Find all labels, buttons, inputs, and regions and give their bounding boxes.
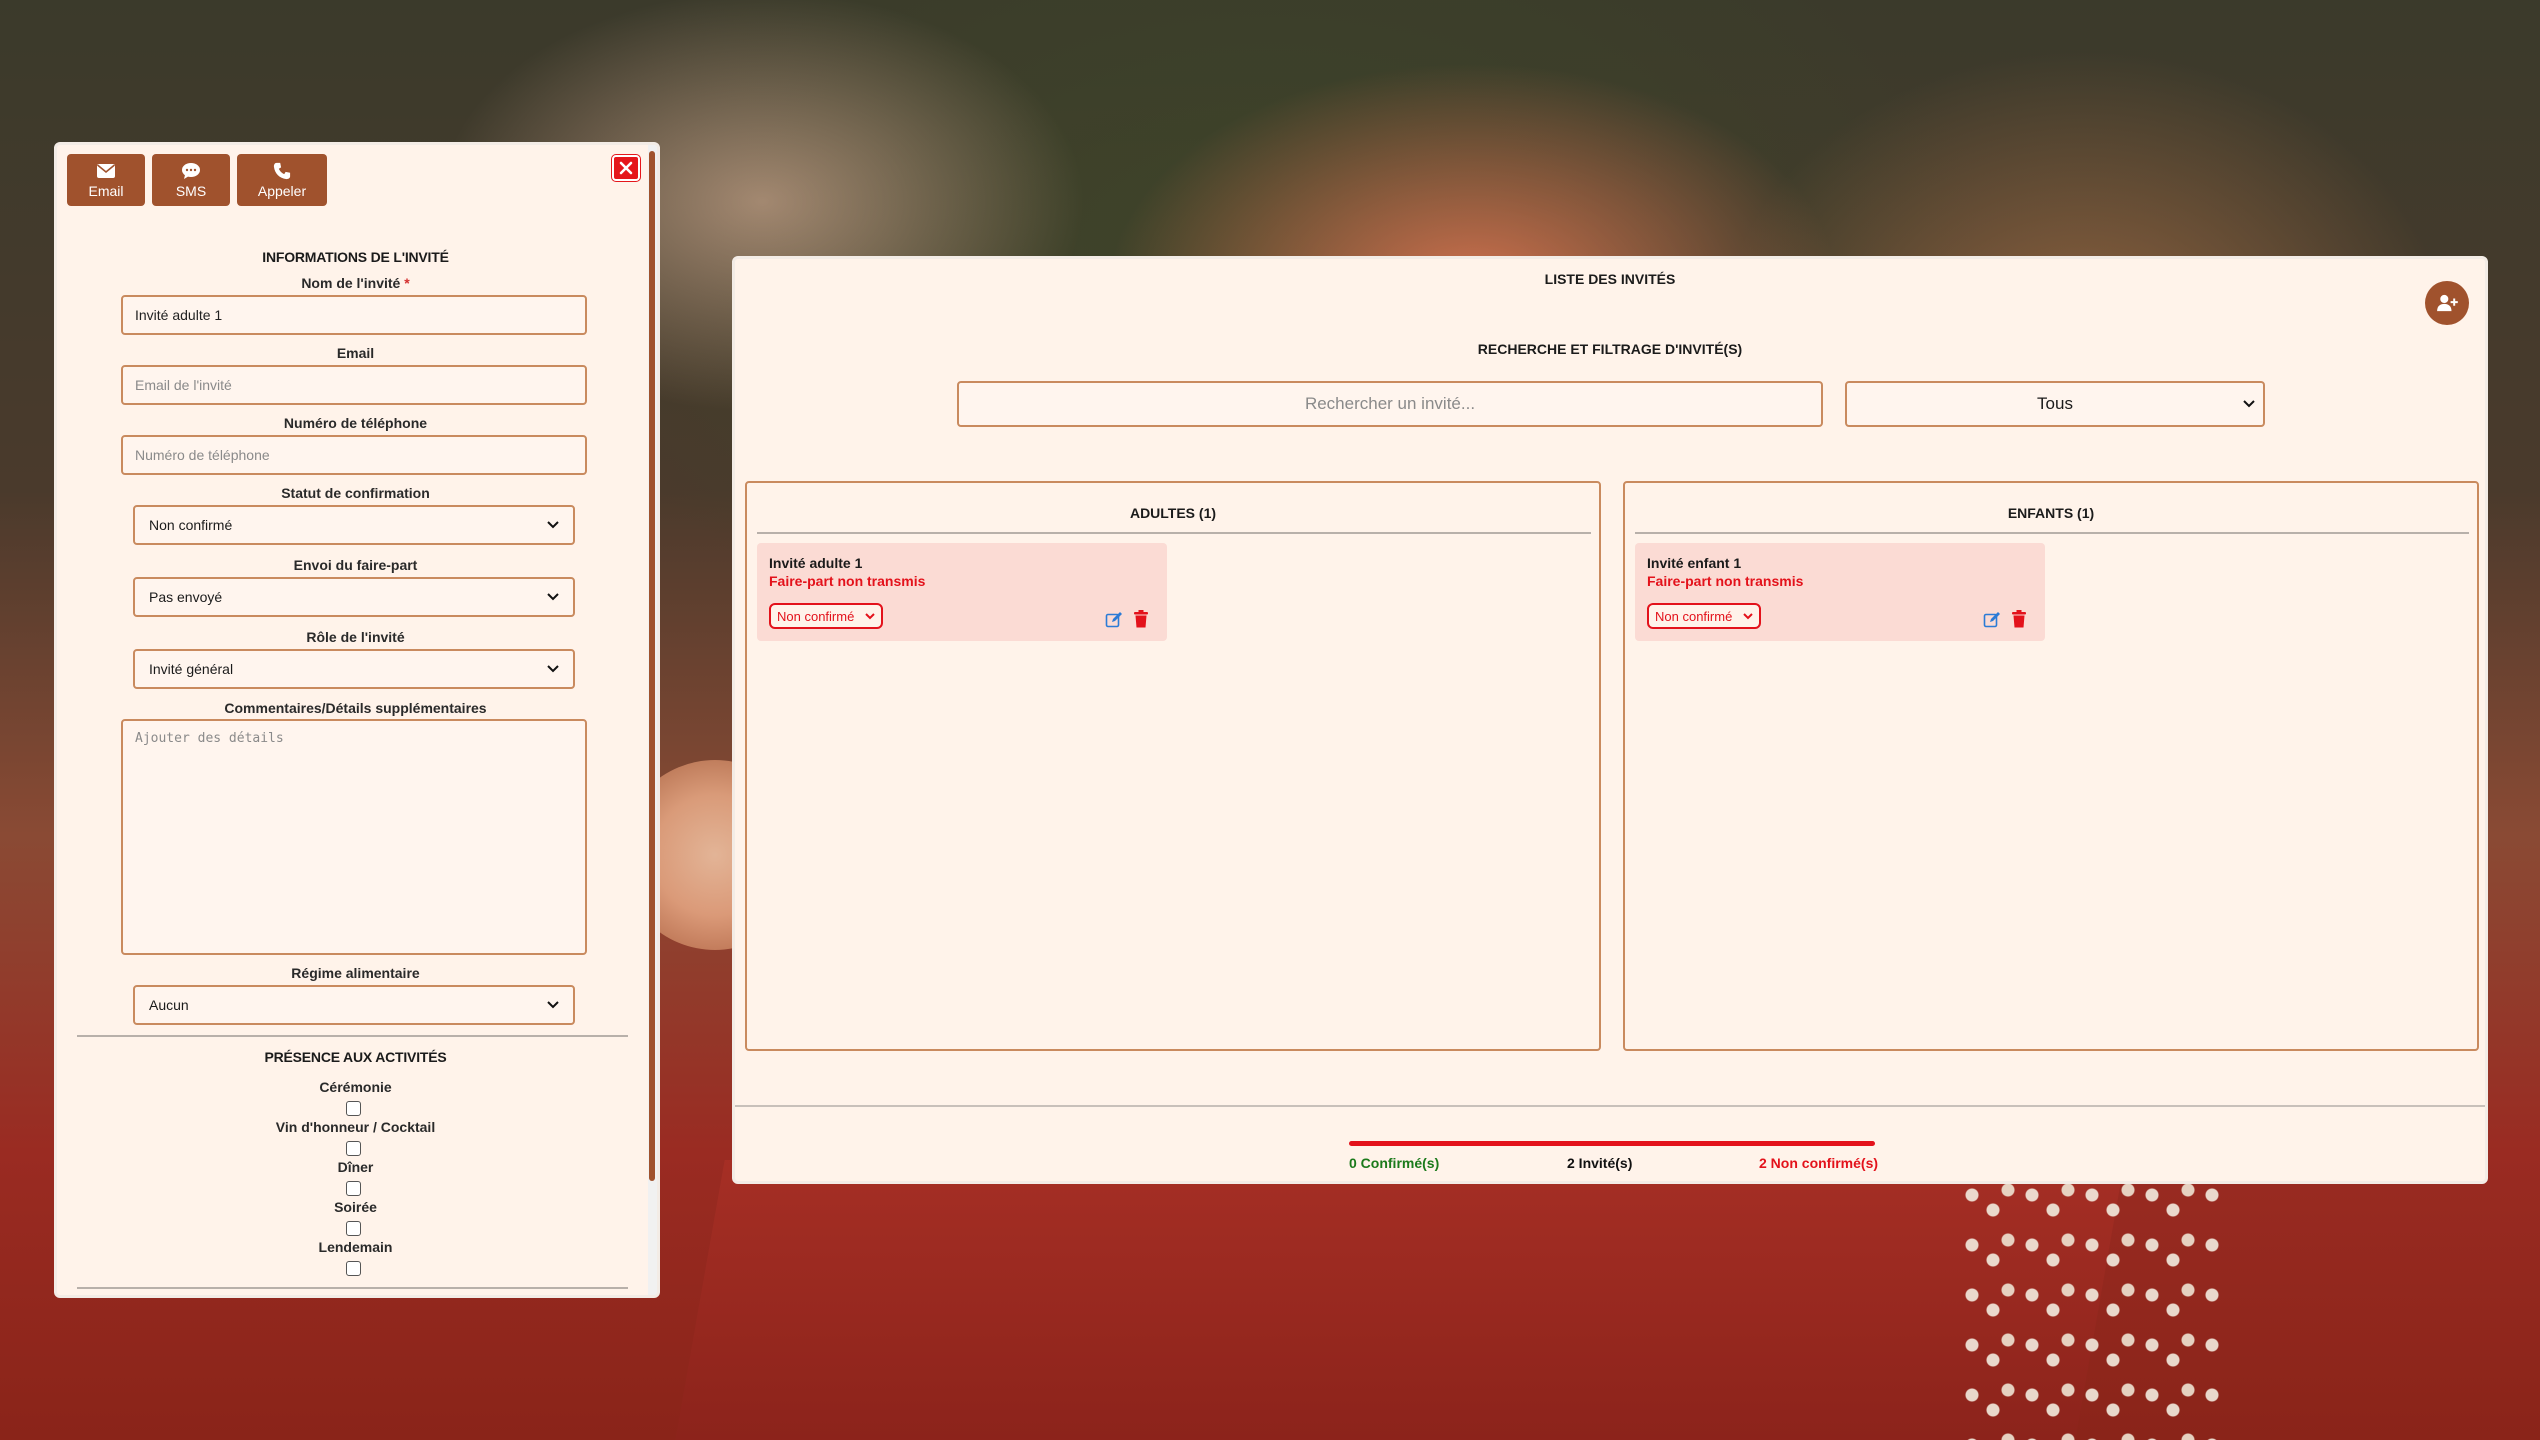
activity-label: Lendemain (318, 1239, 393, 1255)
name-label: Nom de l'invité * (301, 275, 410, 291)
guest-list-title: LISTE DES INVITÉS (1544, 271, 1676, 287)
phone-input[interactable]: Numéro de téléphone (121, 435, 587, 475)
unconfirmed-count: 2 Non confirmé(s) (1759, 1155, 1879, 1171)
guest-card-status-value: Non confirmé (1655, 608, 1733, 624)
phone-label: Numéro de téléphone (283, 415, 428, 431)
guest-card-invite-status: Faire-part non transmis (1647, 573, 1804, 589)
activity-checkbox-lendemain[interactable] (346, 1261, 361, 1276)
chevron-down-icon (865, 612, 875, 619)
chevron-down-icon (547, 665, 559, 673)
divider (77, 1287, 628, 1289)
guest-info-title: INFORMATIONS DE L'INVITÉ (262, 249, 449, 265)
invite-select[interactable]: Pas envoyé (133, 577, 575, 617)
guest-card-status-select[interactable]: Non confirmé (769, 603, 883, 629)
activity-label: Dîner (337, 1159, 374, 1175)
activity-label: Vin d'honneur / Cocktail (275, 1119, 436, 1135)
guest-details-panel: Email SMS Appeler INFORMATIONS DE L'INVI… (54, 142, 660, 1298)
activities-title: PRÉSENCE AUX ACTIVITÉS (264, 1049, 447, 1065)
add-guest-button[interactable] (2425, 281, 2469, 325)
user-plus-icon (2437, 294, 2458, 312)
divider (1635, 532, 2469, 534)
status-select-value: Non confirmé (149, 517, 233, 533)
status-select[interactable]: Non confirmé (133, 505, 575, 545)
scrollbar-thumb[interactable] (649, 151, 655, 1181)
background-petals (1960, 1180, 2220, 1440)
activity-checkbox-soiree[interactable] (346, 1221, 361, 1236)
activity-label: Cérémonie (319, 1079, 392, 1095)
activity-label: Soirée (334, 1199, 377, 1215)
diet-select-value: Aucun (149, 997, 189, 1013)
edit-icon[interactable] (1983, 611, 2001, 629)
email-input[interactable]: Email de l'invité (121, 365, 587, 405)
comments-textarea[interactable]: Ajouter des détails (121, 719, 587, 955)
guest-card-name: Invité enfant 1 (1647, 555, 1742, 571)
guest-list-panel: LISTE DES INVITÉS RECHERCHE ET FILTRAGE … (732, 256, 2488, 1184)
activity-checkbox-ceremonie[interactable] (346, 1101, 361, 1116)
sms-button[interactable]: SMS (152, 154, 230, 206)
required-mark: * (404, 275, 410, 291)
confirmed-count: 0 Confirmé(s) (1349, 1155, 1440, 1171)
diet-label: Régime alimentaire (291, 965, 420, 981)
close-button[interactable] (612, 155, 640, 181)
envelope-icon (96, 163, 116, 178)
adults-column: ADULTES (1) Invité adulte 1 Faire-part n… (745, 481, 1601, 1051)
scrollbar[interactable] (648, 145, 657, 1295)
chevron-down-icon (547, 1001, 559, 1009)
email-button[interactable]: Email (67, 154, 145, 206)
guest-card-name: Invité adulte 1 (769, 555, 863, 571)
chevron-down-icon (547, 521, 559, 529)
guest-card-invite-status: Faire-part non transmis (769, 573, 926, 589)
search-input[interactable]: Rechercher un invité... (957, 381, 1823, 427)
contact-actions: Email SMS Appeler (67, 154, 327, 206)
children-column-title: ENFANTS (1) (2007, 505, 2095, 521)
total-guests-count: 2 Invité(s) (1567, 1155, 1633, 1171)
invite-label: Envoi du faire-part (293, 557, 418, 573)
close-icon (619, 161, 633, 175)
chevron-down-icon (2243, 400, 2255, 408)
role-select[interactable]: Invité général (133, 649, 575, 689)
diet-select[interactable]: Aucun (133, 985, 575, 1025)
adults-column-title: ADULTES (1) (1129, 505, 1217, 521)
call-button-label: Appeler (257, 182, 307, 199)
chat-bubble-icon (182, 162, 200, 179)
comments-label: Commentaires/Détails supplémentaires (224, 700, 487, 716)
chevron-down-icon (547, 593, 559, 601)
confirmation-progress-bar (1349, 1141, 1875, 1146)
name-input[interactable]: Invité adulte 1 (121, 295, 587, 335)
edit-icon[interactable] (1105, 611, 1123, 629)
children-column: ENFANTS (1) Invité enfant 1 Faire-part n… (1623, 481, 2479, 1051)
filter-select[interactable]: Tous (1845, 381, 2265, 427)
role-label: Rôle de l'invité (306, 629, 405, 645)
trash-icon[interactable] (2011, 610, 2027, 628)
guest-card[interactable]: Invité enfant 1 Faire-part non transmis … (1635, 543, 2045, 641)
search-filter-title: RECHERCHE ET FILTRAGE D'INVITÉ(S) (1477, 341, 1743, 357)
guest-card[interactable]: Invité adulte 1 Faire-part non transmis … (757, 543, 1167, 641)
activity-checkbox-diner[interactable] (346, 1181, 361, 1196)
chevron-down-icon (1743, 612, 1753, 619)
guest-card-status-value: Non confirmé (777, 608, 855, 624)
trash-icon[interactable] (1133, 610, 1149, 628)
activity-checkbox-cocktail[interactable] (346, 1141, 361, 1156)
email-label: Email (336, 345, 375, 361)
status-label: Statut de confirmation (281, 485, 430, 501)
phone-icon (273, 162, 291, 179)
role-select-value: Invité général (149, 661, 234, 677)
background-carpet (675, 1160, 2125, 1440)
divider (757, 532, 1591, 534)
sms-button-label: SMS (175, 182, 207, 199)
filter-select-value: Tous (2037, 394, 2073, 413)
divider (735, 1105, 2485, 1107)
email-button-label: Email (88, 182, 124, 199)
guest-card-status-select[interactable]: Non confirmé (1647, 603, 1761, 629)
call-button[interactable]: Appeler (237, 154, 327, 206)
divider (77, 1035, 628, 1037)
invite-select-value: Pas envoyé (149, 589, 223, 605)
